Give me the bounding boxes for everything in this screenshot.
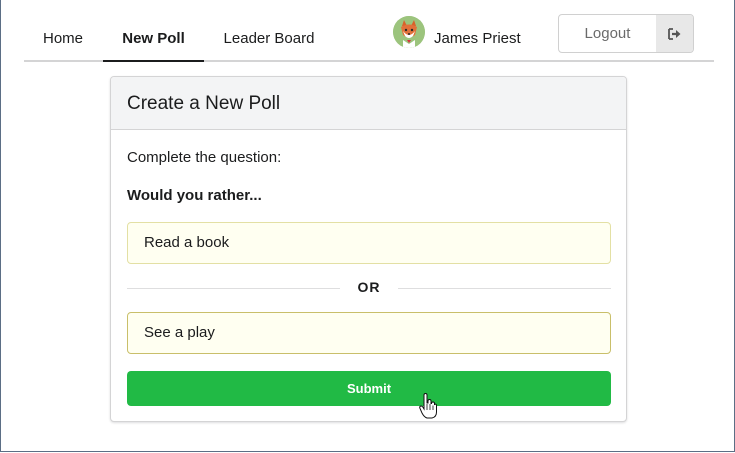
user-name: James Priest [434, 29, 521, 47]
logout-label: Logout [584, 25, 631, 42]
app-window: Home New Poll Leader Board James Priest … [0, 0, 735, 452]
logout-button[interactable]: Logout [558, 14, 694, 53]
or-label: OR [357, 279, 381, 295]
new-poll-card: Create a New Poll Complete the question:… [110, 76, 627, 422]
hand-pointer-cursor-icon [419, 393, 437, 419]
nav-item-leader-board[interactable]: Leader Board [214, 12, 324, 60]
sign-out-icon [656, 15, 693, 52]
submit-button[interactable]: Submit [127, 371, 611, 406]
or-divider: OR [127, 278, 611, 298]
fox-avatar-icon [393, 16, 425, 48]
top-nav: Home New Poll Leader Board James Priest … [24, 12, 714, 62]
card-title: Create a New Poll [111, 77, 626, 130]
nav-item-new-poll[interactable]: New Poll [103, 12, 204, 62]
would-you-rather-label: Would you rather... [127, 187, 262, 204]
complete-question-label: Complete the question: [127, 149, 282, 166]
user-info: James Priest [393, 15, 521, 49]
option-two-input[interactable]: See a play [127, 312, 611, 354]
divider-line-right [398, 288, 611, 289]
option-one-input[interactable]: Read a book [127, 222, 611, 264]
nav-item-home[interactable]: Home [24, 12, 102, 60]
